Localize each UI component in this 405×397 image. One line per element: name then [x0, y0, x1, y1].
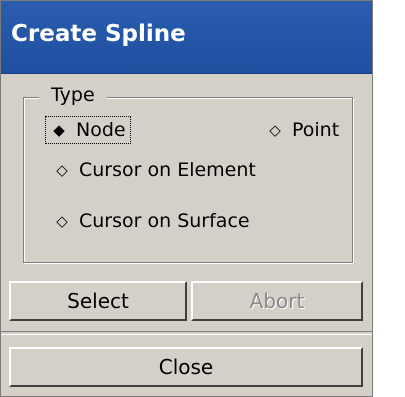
separator: [1, 331, 372, 335]
create-spline-dialog: Create Spline Type ◆ Node ◇ Point ◇ Curs…: [0, 0, 373, 397]
radio-cursor-on-element[interactable]: ◇ Cursor on Element: [53, 159, 256, 181]
radio-node[interactable]: ◆ Node: [45, 116, 131, 144]
title-bar[interactable]: Create Spline: [1, 1, 372, 74]
close-button[interactable]: Close: [9, 347, 363, 387]
radio-point[interactable]: ◇ Point: [266, 119, 339, 141]
radio-cursor-on-surface[interactable]: ◇ Cursor on Surface: [53, 210, 250, 232]
radio-cursor-on-surface-label: Cursor on Surface: [79, 210, 250, 232]
radio-selected-icon: ◆: [53, 121, 65, 139]
radio-node-label: Node: [76, 119, 126, 141]
abort-button[interactable]: Abort: [191, 281, 363, 321]
radio-unselected-icon: ◇: [269, 121, 281, 139]
radio-point-label: Point: [292, 119, 340, 141]
select-button[interactable]: Select: [9, 281, 187, 321]
type-group-legend: Type: [39, 84, 107, 106]
window-title: Create Spline: [11, 21, 186, 47]
radio-cursor-on-element-label: Cursor on Element: [79, 159, 256, 181]
radio-unselected-icon: ◇: [56, 212, 68, 230]
radio-unselected-icon: ◇: [56, 161, 68, 179]
